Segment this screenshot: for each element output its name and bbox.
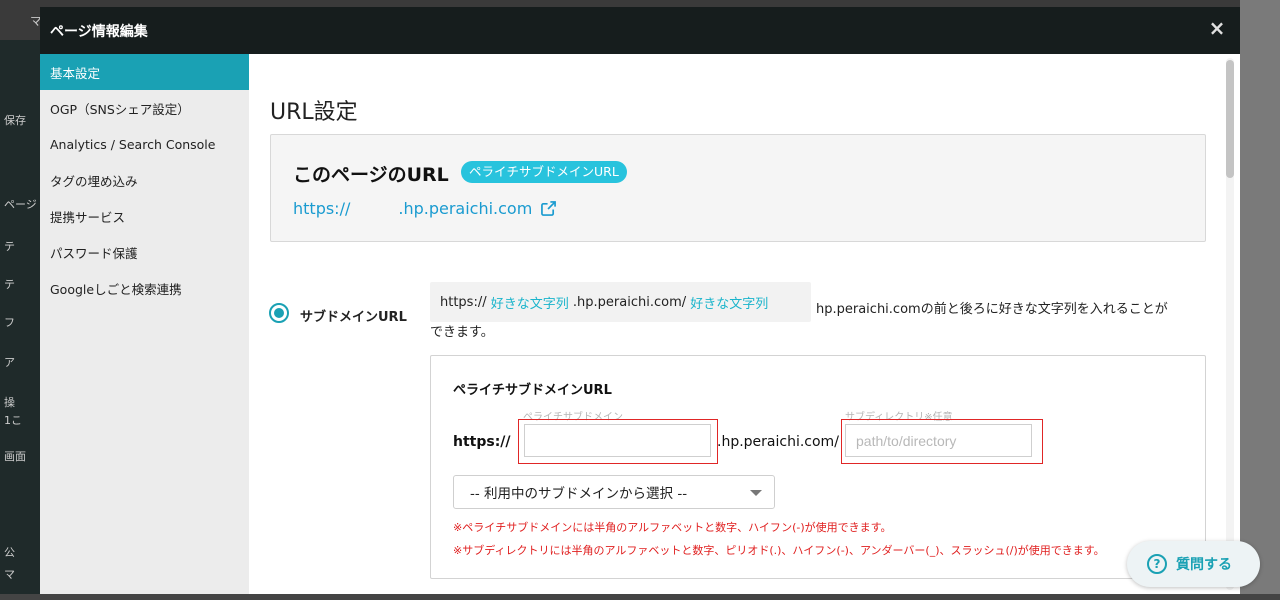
external-link-icon xyxy=(541,201,557,216)
example-domain: .hp.peraichi.com/ xyxy=(572,294,687,310)
subdirectory-rule-note: ※サブディレクトリには半角のアルファベットと数字、ピリオド(.)、ハイフン(-)… xyxy=(453,544,1105,557)
background-side-item: 保存 xyxy=(4,114,26,127)
example-description: hp.peraichi.comの前と後ろに好きな文字列を入れることが xyxy=(816,302,1168,317)
current-url-card: このページのURL ペライチサブドメインURL https:// .hp.pera… xyxy=(270,134,1206,242)
subdomain-form-card: ペライチサブドメインURL https:// ペライチサブドメイン .hp.pe… xyxy=(430,355,1206,579)
nav-item-label: 基本設定 xyxy=(50,65,101,81)
background-side-item: ページ xyxy=(4,198,37,211)
example-description-continued: できます。 xyxy=(430,325,494,340)
background-side-item: 1こ xyxy=(4,414,22,427)
existing-subdomain-select[interactable]: -- 利用中のサブドメインから選択 -- xyxy=(453,475,775,509)
modal-content: URL設定 このページのURL ペライチサブドメインURL https:// .h… xyxy=(249,54,1240,594)
domain-middle-label: .hp.peraichi.com/ xyxy=(717,434,839,450)
scrollbar-thumb[interactable] xyxy=(1226,60,1234,178)
subdomain-input[interactable] xyxy=(524,424,711,457)
background-right-panel xyxy=(1240,0,1280,600)
modal-title: ページ情報編集 xyxy=(50,24,148,40)
url-scheme-label: https:// xyxy=(453,434,511,450)
nav-item-google-jobs[interactable]: Googleしごと検索連携 xyxy=(40,270,249,306)
background-side-item: ア xyxy=(4,356,15,369)
close-icon: × xyxy=(1208,16,1226,40)
nav-item-analytics[interactable]: Analytics / Search Console xyxy=(40,126,249,162)
url-card-title: このページのURL xyxy=(293,164,449,186)
example-directory: 好きな文字列 xyxy=(690,296,769,312)
select-value: -- 利用中のサブドメインから選択 -- xyxy=(470,486,688,502)
background-side-item: テ xyxy=(4,240,15,253)
nav-item-basic-settings[interactable]: 基本設定 xyxy=(40,54,249,90)
form-card-title: ペライチサブドメインURL xyxy=(453,383,612,398)
help-button[interactable]: ? 質問する xyxy=(1127,541,1260,587)
background-side-item: マ xyxy=(4,568,15,581)
nav-item-ogp[interactable]: OGP（SNSシェア設定） xyxy=(40,90,249,126)
subdomain-rule-note: ※ペライチサブドメインには半角のアルファベットと数字、ハイフン(-)が使用できま… xyxy=(453,521,892,534)
help-button-label: 質問する xyxy=(1176,557,1232,573)
subdirectory-input[interactable] xyxy=(845,424,1032,457)
chevron-down-icon xyxy=(750,490,762,496)
background-side-item: 画面 xyxy=(4,450,26,463)
question-icon: ? xyxy=(1147,554,1167,574)
example-subdomain: 好きな文字列 xyxy=(490,296,569,312)
background-side-item: テ xyxy=(4,278,15,291)
url-suffix: .hp.peraichi.com xyxy=(398,199,533,218)
nav-item-partner-services[interactable]: 提携サービス xyxy=(40,198,249,234)
subdomain-url-label: サブドメインURL xyxy=(300,310,407,325)
nav-item-label: Googleしごと検索連携 xyxy=(50,281,182,297)
nav-item-label: 提携サービス xyxy=(50,209,126,225)
background-sidebar: 保存 ページ テ テ フ ア 操 1こ 画面 公 マ xyxy=(0,40,40,600)
nav-item-label: パスワード保護 xyxy=(50,245,138,261)
nav-item-password[interactable]: パスワード保護 xyxy=(40,234,249,270)
modal-header: ページ情報編集 × xyxy=(40,7,1240,54)
nav-item-label: Analytics / Search Console xyxy=(50,136,216,152)
background-bottom xyxy=(0,594,1280,600)
subdomain-url-radio[interactable] xyxy=(269,303,289,323)
nav-item-tag-embed[interactable]: タグの埋め込み xyxy=(40,162,249,198)
nav-item-label: タグの埋め込み xyxy=(50,173,138,189)
section-title: URL設定 xyxy=(270,100,358,125)
url-example-box: https:// 好きな文字列 .hp.peraichi.com/ 好きな文字列 xyxy=(430,282,811,322)
nav-item-label: OGP（SNSシェア設定） xyxy=(50,101,190,117)
page-info-modal: ページ情報編集 × 基本設定 OGP（SNSシェア設定） Analytics /… xyxy=(40,7,1240,594)
modal-sidebar: 基本設定 OGP（SNSシェア設定） Analytics / Search Co… xyxy=(40,54,249,594)
subdomain-badge: ペライチサブドメインURL xyxy=(461,161,627,183)
close-button[interactable]: × xyxy=(1206,17,1228,39)
url-prefix: https:// xyxy=(293,199,351,218)
example-prefix: https:// xyxy=(440,294,487,310)
background-side-item: フ xyxy=(4,316,15,329)
page-url-link[interactable]: https:// .hp.peraichi.com xyxy=(293,199,557,218)
